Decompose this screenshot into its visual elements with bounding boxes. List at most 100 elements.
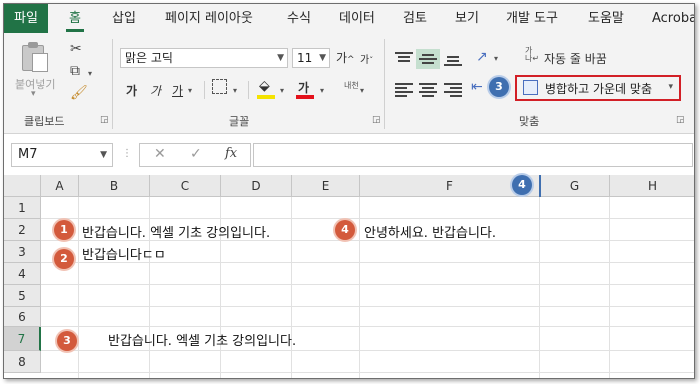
chevron-down-icon: ▾	[668, 82, 673, 92]
tab-page-layout[interactable]: 페이지 레이아웃	[165, 4, 253, 33]
gridline	[41, 372, 694, 373]
align-top-icon[interactable]	[395, 52, 413, 66]
tab-formulas[interactable]: 수식	[287, 4, 311, 33]
column-header-a[interactable]: A	[41, 175, 79, 197]
insert-function-icon[interactable]: fx	[225, 146, 237, 161]
grow-font-button[interactable]: 가^	[336, 49, 355, 66]
font-color-dropdown-icon[interactable]: ▾	[320, 86, 324, 95]
fill-color-icon[interactable]: ⬙	[259, 78, 270, 94]
gridline	[539, 197, 540, 378]
row-header-1[interactable]: 1	[4, 197, 41, 219]
tab-acrobat[interactable]: Acrobat	[652, 4, 694, 33]
align-right-icon[interactable]	[444, 83, 462, 97]
row-header-3[interactable]: 3	[4, 241, 41, 263]
fill-color-swatch	[257, 95, 275, 99]
merge-center-button[interactable]: 병합하고 가운데 맞춤 ▾	[515, 75, 681, 101]
cell-f2[interactable]: 안녕하세요. 반갑습니다.	[364, 222, 496, 241]
align-middle-icon[interactable]	[416, 49, 440, 69]
shrink-font-glyph: 가	[360, 55, 370, 66]
caret-down-icon: ˇ	[369, 56, 374, 65]
alignment-group-label: 맞춤	[519, 115, 540, 128]
column-header-g[interactable]: G	[540, 175, 610, 197]
border-icon[interactable]	[212, 79, 227, 94]
orientation-icon[interactable]: ↗	[476, 49, 488, 65]
orientation-dropdown-icon[interactable]: ▾	[494, 54, 498, 63]
underline-button[interactable]: 가	[172, 82, 183, 99]
row-header-8[interactable]: 8	[4, 351, 41, 373]
tab-insert[interactable]: 삽입	[112, 4, 136, 33]
tab-help[interactable]: 도움말	[588, 4, 624, 33]
column-resize-marker	[539, 175, 541, 197]
formula-input[interactable]	[253, 143, 693, 167]
align-bottom-icon[interactable]	[444, 52, 462, 66]
fill-color-dropdown-icon[interactable]: ▾	[280, 86, 284, 95]
column-header-b[interactable]: B	[79, 175, 150, 197]
font-size-value: 11	[297, 51, 313, 65]
cell-b3[interactable]: 반갑습니다ㄷㅁ	[82, 244, 166, 263]
cut-icon[interactable]: ✂	[70, 41, 82, 57]
gridline	[359, 197, 360, 378]
copy-dropdown-icon[interactable]: ▾	[88, 69, 92, 78]
underline-dropdown-icon[interactable]: ▾	[188, 86, 192, 95]
cell-b2[interactable]: 반갑습니다. 엑셀 기초 강의입니다.	[82, 222, 270, 241]
row-header-7[interactable]: 7	[4, 327, 41, 351]
chevron-down-icon: ▼	[100, 150, 107, 160]
border-dropdown-icon[interactable]: ▾	[233, 86, 237, 95]
name-box[interactable]: M7 ▼	[11, 143, 113, 167]
column-header-d[interactable]: D	[221, 175, 292, 197]
chevron-down-icon: ▼	[277, 53, 284, 63]
tab-file[interactable]: 파일	[4, 4, 48, 33]
italic-button[interactable]: 가	[150, 82, 161, 99]
font-color-button[interactable]: 가	[298, 79, 309, 96]
row-header-4[interactable]: 4	[4, 263, 41, 285]
font-launcher-icon[interactable]: ◲	[372, 115, 381, 125]
callout-badge-4-header: 4	[512, 175, 532, 195]
column-header-e[interactable]: E	[292, 175, 360, 197]
tab-review[interactable]: 검토	[403, 4, 427, 33]
tab-developer[interactable]: 개발 도구	[506, 4, 558, 33]
select-all-corner[interactable]	[4, 175, 41, 197]
paste-dropdown-icon[interactable]: ▾	[31, 89, 36, 99]
resize-handle-icon[interactable]: ⋮	[122, 148, 132, 159]
gridline	[41, 284, 694, 285]
tab-home[interactable]: 홈	[66, 4, 84, 33]
cancel-icon[interactable]: ✕	[154, 146, 166, 162]
gridline	[609, 197, 610, 378]
paste-icon[interactable]	[20, 41, 50, 73]
row-header-6[interactable]: 6	[4, 307, 41, 327]
wrap-text-icon[interactable]: 가 나↵	[525, 47, 539, 63]
tab-view[interactable]: 보기	[455, 4, 479, 33]
font-size-select[interactable]: 11 ▼	[292, 48, 330, 68]
clipboard-launcher-icon[interactable]: ◲	[100, 115, 109, 125]
clipboard-group-label: 클립보드	[24, 115, 65, 128]
phonetic-button[interactable]: 내천	[344, 80, 359, 91]
formula-buttons: ✕ ✓ fx	[139, 143, 251, 167]
column-header-h[interactable]: H	[610, 175, 694, 197]
worksheet-grid: A B C D E F G H 1 2 3 4 5 6 7 8 반갑습니다. 엑…	[4, 175, 694, 378]
phonetic-dropdown-icon[interactable]: ▾	[360, 86, 364, 95]
merge-center-icon	[523, 80, 538, 95]
enter-icon[interactable]: ✓	[190, 146, 202, 162]
font-divider	[248, 81, 249, 99]
group-divider	[384, 39, 385, 129]
row-header-5[interactable]: 5	[4, 285, 41, 307]
cell-b7[interactable]: 반갑습니다. 엑셀 기초 강의입니다.	[108, 330, 296, 349]
ribbon-tab-bar: 파일 홈 삽입 페이지 레이아웃 수식 데이터 검토 보기 개발 도구 도움말 …	[4, 4, 694, 33]
caret-up-icon: ^	[347, 55, 355, 65]
align-left-icon[interactable]	[395, 83, 413, 97]
tab-data[interactable]: 데이터	[339, 4, 375, 33]
format-painter-icon[interactable]: 🖌	[70, 85, 88, 101]
name-box-value: M7	[18, 147, 38, 162]
bold-button[interactable]: 가	[126, 82, 137, 99]
shrink-font-button[interactable]: 가ˇ	[360, 51, 373, 66]
row-header-2[interactable]: 2	[4, 219, 41, 241]
align-center-icon[interactable]	[419, 83, 437, 97]
wrap-text-button[interactable]: 자동 줄 바꿈	[544, 50, 607, 67]
copy-icon[interactable]: ⧉	[70, 63, 80, 79]
decrease-indent-icon[interactable]: ⇤	[471, 79, 483, 95]
chevron-down-icon: ▼	[319, 53, 326, 63]
column-header-c[interactable]: C	[150, 175, 221, 197]
alignment-launcher-icon[interactable]: ◲	[676, 115, 685, 125]
excel-window: 파일 홈 삽입 페이지 레이아웃 수식 데이터 검토 보기 개발 도구 도움말 …	[3, 3, 695, 379]
font-name-select[interactable]: 맑은 고딕 ▼	[120, 48, 288, 68]
